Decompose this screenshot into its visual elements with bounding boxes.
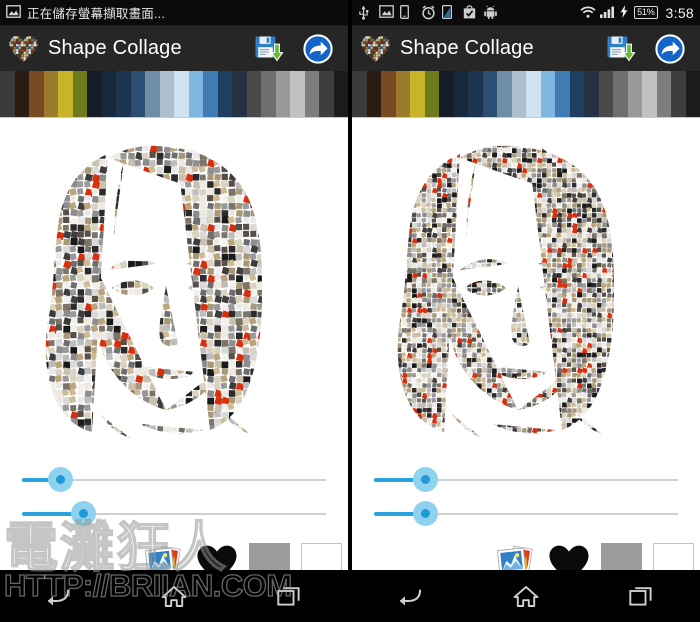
strip-thumbnail[interactable] — [130, 71, 145, 117]
strip-thumbnail[interactable] — [468, 71, 483, 117]
app-title: Shape Collage — [48, 37, 182, 59]
alarm-icon — [421, 5, 436, 20]
tile-count-slider[interactable] — [14, 497, 332, 531]
strip-thumbnail[interactable] — [627, 71, 642, 117]
strip-thumbnail[interactable] — [116, 71, 131, 117]
share-button[interactable] — [654, 33, 686, 65]
shopping-bag-check-icon — [463, 5, 478, 20]
strip-thumbnail[interactable] — [613, 71, 628, 117]
recents-icon[interactable] — [259, 575, 321, 617]
status-clock: 3:58 — [665, 4, 694, 21]
back-icon[interactable] — [379, 575, 441, 617]
navigation-bar — [352, 570, 700, 622]
strip-thumbnail[interactable] — [511, 71, 526, 117]
strip-thumbnail[interactable] — [246, 71, 261, 117]
strip-thumbnail[interactable] — [145, 71, 160, 117]
device-icon — [400, 5, 415, 20]
strip-thumbnail[interactable] — [424, 71, 439, 117]
image-icon — [6, 5, 21, 20]
signal-bars-icon — [600, 5, 615, 20]
phone-screen-left: 正在儲存螢幕擷取畫面...Shape Collage電灘狂人HTTP://BRI… — [0, 0, 348, 622]
battery-percent: 51% — [634, 6, 658, 19]
status-notification-text: 正在儲存螢幕擷取畫面... — [27, 7, 166, 21]
recents-icon[interactable] — [611, 575, 673, 617]
strip-thumbnail[interactable] — [203, 71, 218, 117]
slider-thumb[interactable] — [421, 509, 431, 518]
collage-preview[interactable] — [0, 118, 348, 451]
strip-thumbnail[interactable] — [232, 71, 247, 117]
slider-group — [352, 451, 700, 537]
strip-thumbnail[interactable] — [290, 71, 305, 117]
strip-thumbnail[interactable] — [304, 71, 319, 117]
phone-screen-right: 51% 3:58 Shape Collage — [352, 0, 700, 622]
status-bar: 51% 3:58 — [352, 0, 700, 26]
android-icon — [484, 5, 499, 20]
strip-thumbnail[interactable] — [555, 71, 570, 117]
strip-thumbnail[interactable] — [0, 71, 15, 117]
strip-thumbnail[interactable] — [526, 71, 541, 117]
tile-size-slider[interactable] — [366, 463, 684, 497]
strip-thumbnail[interactable] — [584, 71, 599, 117]
image-icon — [379, 5, 394, 20]
strip-thumbnail[interactable] — [333, 71, 348, 117]
strip-thumbnail[interactable] — [174, 71, 189, 117]
strip-thumbnail[interactable] — [671, 71, 686, 117]
source-photos-strip[interactable] — [352, 71, 700, 118]
home-icon[interactable] — [143, 575, 205, 617]
save-button[interactable] — [605, 33, 637, 65]
strip-thumbnail[interactable] — [685, 71, 700, 117]
strip-thumbnail[interactable] — [101, 71, 116, 117]
strip-thumbnail[interactable] — [29, 71, 44, 117]
source-photos-strip[interactable] — [0, 71, 348, 118]
strip-thumbnail[interactable] — [275, 71, 290, 117]
status-bar: 正在儲存螢幕擷取畫面... — [0, 0, 348, 26]
strip-thumbnail[interactable] — [482, 71, 497, 117]
strip-thumbnail[interactable] — [217, 71, 232, 117]
strip-thumbnail[interactable] — [58, 71, 73, 117]
tile-size-slider[interactable] — [14, 463, 332, 497]
screen-icon — [442, 5, 457, 20]
strip-thumbnail[interactable] — [87, 71, 102, 117]
strip-thumbnail[interactable] — [366, 71, 381, 117]
slider-thumb[interactable] — [421, 475, 431, 484]
strip-thumbnail[interactable] — [569, 71, 584, 117]
app-title: Shape Collage — [400, 37, 534, 59]
strip-thumbnail[interactable] — [72, 71, 87, 117]
strip-thumbnail[interactable] — [352, 71, 367, 117]
strip-thumbnail[interactable] — [598, 71, 613, 117]
usb-icon — [358, 5, 373, 20]
strip-thumbnail[interactable] — [381, 71, 396, 117]
screenshot-root: 正在儲存螢幕擷取畫面...Shape Collage電灘狂人HTTP://BRI… — [0, 0, 700, 622]
save-button[interactable] — [253, 33, 285, 65]
tile-count-slider[interactable] — [366, 497, 684, 531]
app-bar: Shape Collage — [352, 26, 700, 71]
strip-thumbnail[interactable] — [410, 71, 425, 117]
strip-thumbnail[interactable] — [439, 71, 454, 117]
back-icon[interactable] — [27, 575, 89, 617]
strip-thumbnail[interactable] — [319, 71, 334, 117]
strip-thumbnail[interactable] — [261, 71, 276, 117]
strip-thumbnail[interactable] — [497, 71, 512, 117]
home-icon[interactable] — [495, 575, 557, 617]
strip-thumbnail[interactable] — [43, 71, 58, 117]
collage-preview[interactable] — [352, 118, 700, 451]
slider-thumb[interactable] — [78, 509, 88, 518]
charging-bolt-icon — [620, 5, 629, 20]
wifi-icon — [580, 5, 596, 20]
app-bar: Shape Collage — [0, 26, 348, 71]
strip-thumbnail[interactable] — [159, 71, 174, 117]
slider-group — [0, 451, 348, 537]
strip-thumbnail[interactable] — [656, 71, 671, 117]
heart-collage-logo — [360, 34, 391, 63]
share-button[interactable] — [302, 33, 334, 65]
navigation-bar — [0, 570, 348, 622]
strip-thumbnail[interactable] — [188, 71, 203, 117]
strip-thumbnail[interactable] — [642, 71, 657, 117]
strip-thumbnail[interactable] — [540, 71, 555, 117]
strip-thumbnail[interactable] — [395, 71, 410, 117]
strip-thumbnail[interactable] — [14, 71, 29, 117]
heart-collage-logo — [8, 34, 39, 63]
strip-thumbnail[interactable] — [453, 71, 468, 117]
